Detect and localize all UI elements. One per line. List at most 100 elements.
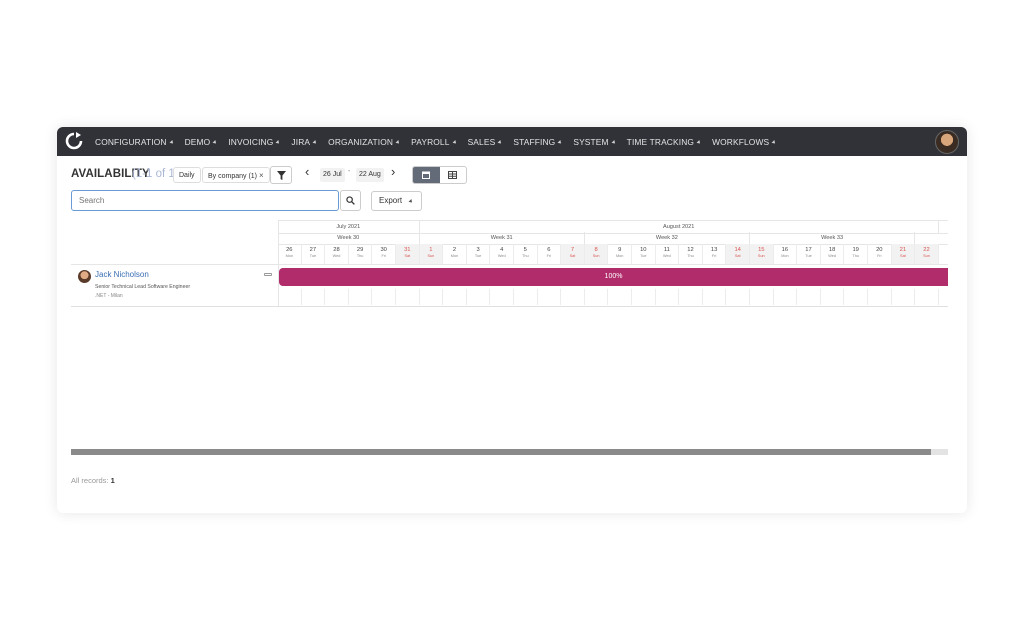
day-cell[interactable] (821, 289, 845, 305)
day-header-cell: 2 Mon (443, 244, 467, 264)
day-cell[interactable] (349, 289, 373, 305)
date-from[interactable]: 26 Jul (320, 168, 345, 182)
menu-item-label: SYSTEM (573, 136, 609, 147)
day-cell[interactable] (443, 289, 467, 305)
weekday-label: Wed (828, 254, 836, 258)
day-cell[interactable] (325, 289, 349, 305)
day-cell[interactable] (278, 289, 302, 305)
day-cell[interactable] (490, 289, 514, 305)
group-by-company-chip[interactable]: By company (1) × (202, 167, 270, 183)
day-number: 2 (452, 247, 457, 253)
menu-item-label: SALES (467, 136, 496, 147)
menu-item-organization[interactable]: ORGANIZATION (328, 137, 401, 147)
row-menu-icon[interactable] (264, 273, 272, 276)
day-cell[interactable] (915, 289, 939, 305)
menu-item-time-tracking[interactable]: TIME TRACKING (626, 136, 702, 147)
filter-button[interactable] (270, 166, 292, 184)
day-cell[interactable] (892, 289, 916, 305)
weekday-label: Fri (381, 254, 386, 258)
menu-item-invoicing[interactable]: INVOICING (228, 137, 281, 147)
weekday-label: Tue (309, 254, 317, 258)
table-view-button[interactable] (440, 167, 467, 183)
search-icon (346, 196, 355, 205)
export-button[interactable]: Export (371, 191, 422, 211)
day-cell[interactable] (679, 289, 703, 305)
weekday-label: Thu (522, 254, 529, 258)
day-cell[interactable] (302, 289, 326, 305)
day-number: 13 (710, 247, 718, 253)
chevron-down-icon (497, 140, 503, 145)
day-number: 18 (828, 247, 836, 253)
availability-bar[interactable]: 100% (279, 268, 948, 286)
day-cell[interactable] (703, 289, 727, 305)
app-logo-icon[interactable] (64, 131, 84, 151)
menu-item-system[interactable]: SYSTEM (573, 136, 617, 147)
user-avatar[interactable] (935, 130, 959, 154)
menu-item-payroll[interactable]: PAYROLL (411, 137, 458, 147)
day-cell[interactable] (396, 289, 420, 305)
menu-item-label: TIME TRACKING (626, 136, 695, 147)
calendar-icon (422, 171, 431, 179)
menu-item-sales[interactable]: SALES (468, 137, 503, 147)
chevron-down-icon (611, 140, 617, 145)
search-input[interactable] (71, 190, 339, 211)
day-cell[interactable] (797, 289, 821, 305)
day-header-cell: 29 Thu (349, 244, 373, 264)
day-cell[interactable] (467, 289, 491, 305)
weekday-label: Mon (781, 254, 789, 258)
day-header-cell: 31 Sat (396, 244, 420, 264)
day-cell[interactable] (372, 289, 396, 305)
day-number: 21 (899, 247, 907, 253)
day-cell[interactable] (608, 289, 632, 305)
day-number: 8 (594, 247, 598, 253)
day-number: 15 (758, 247, 765, 253)
menu-item-jira[interactable]: JIRA (291, 137, 318, 147)
scrollbar-thumb[interactable] (71, 449, 931, 455)
app-window: CONFIGURATION DEMO INVOICING JIRA ORGANIZATI… (57, 127, 967, 513)
record-count: (1-1 of 1) (132, 168, 179, 180)
weekday-label: Mon (615, 254, 624, 258)
remove-chip-icon[interactable]: × (259, 171, 264, 180)
day-header-cell: 4 Wed (490, 244, 514, 264)
mode-daily-button[interactable]: Daily (173, 167, 201, 183)
date-to[interactable]: 22 Aug (356, 168, 384, 182)
day-header-cell: 9 Mon (608, 244, 632, 264)
person-name-link[interactable]: Jack Nicholson (95, 270, 149, 279)
day-cell[interactable] (632, 289, 656, 305)
day-cell[interactable] (750, 289, 774, 305)
menu-item-demo[interactable]: DEMO (185, 137, 218, 147)
chevron-down-icon (452, 140, 458, 145)
day-number: 11 (663, 247, 670, 253)
day-number: 1 (429, 247, 433, 253)
day-header: 26 Mon 27 Tue 28 Wed 29 Thu 30 Fri 31 Sat 1 Sun 2 Mon 3 T… (278, 244, 948, 265)
day-cell[interactable] (538, 289, 562, 305)
avatar (78, 270, 91, 283)
day-number: 30 (380, 247, 387, 253)
day-cell[interactable] (585, 289, 609, 305)
records-count: 1 (110, 476, 115, 485)
weekday-label: Thu (852, 254, 859, 258)
day-header-cell: 20 Fri (868, 244, 892, 264)
search-button[interactable] (340, 190, 361, 211)
calendar-view-button[interactable] (413, 167, 440, 183)
menu-item-workflows[interactable]: WORKFLOWS (712, 137, 777, 147)
week-label: Week 32 (585, 232, 750, 244)
day-cell[interactable] (868, 289, 892, 305)
day-cell[interactable] (420, 289, 444, 305)
prev-period-button[interactable]: ‹ (305, 164, 309, 179)
menu-item-configuration[interactable]: CONFIGURATION (95, 137, 175, 147)
weekday-label: Tue (805, 254, 812, 258)
day-cell[interactable] (844, 289, 868, 305)
day-cell[interactable] (656, 289, 680, 305)
day-cell[interactable] (726, 289, 750, 305)
next-period-button[interactable]: › (391, 164, 395, 179)
day-header-cell: 19 Thu (844, 244, 868, 264)
table-icon (448, 171, 458, 179)
day-cell[interactable] (561, 289, 585, 305)
menu-item-staffing[interactable]: STAFFING (513, 137, 563, 147)
day-cell[interactable] (774, 289, 798, 305)
day-cell[interactable] (514, 289, 538, 305)
main-menu: CONFIGURATION DEMO INVOICING JIRA ORGANIZATI… (95, 127, 787, 156)
horizontal-scrollbar[interactable] (71, 449, 948, 455)
day-number: 28 (333, 247, 340, 253)
